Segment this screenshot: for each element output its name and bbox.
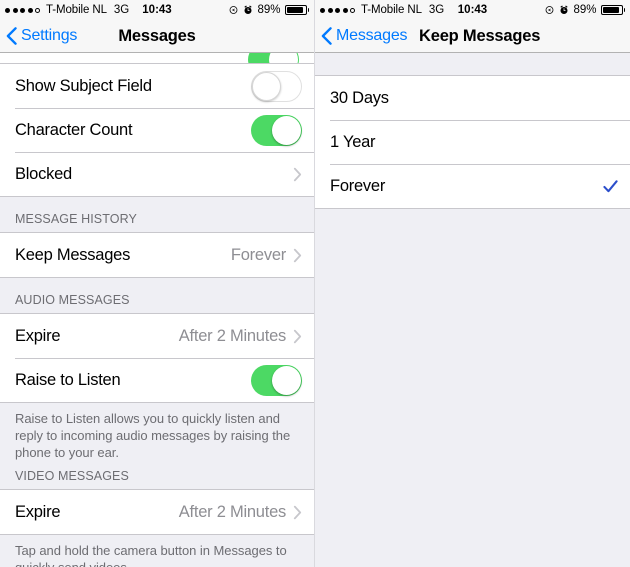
row-label: Keep Messages [15,245,131,264]
chevron-left-icon [321,27,332,45]
row-audio-expire[interactable]: Expire After 2 Minutes [0,314,314,358]
chevron-right-icon [293,167,302,181]
row-label: Blocked [15,164,72,183]
back-button-messages[interactable]: Messages [315,27,408,45]
row-label: Expire [15,502,61,521]
row-character-count[interactable]: Character Count [0,108,314,152]
left-panel-messages-settings: T-Mobile NL 3G 10:43 89% Settings Messag… [0,0,315,567]
row-blocked[interactable]: Blocked [0,152,314,196]
battery-icon [284,5,309,15]
checkmark-icon [603,179,618,192]
alarm-clock-icon [244,5,253,14]
section-footer-audio-messages: Raise to Listen allows you to quickly li… [15,411,291,460]
toggle-raise-to-listen[interactable] [251,364,302,396]
page-title-right: Keep Messages [419,26,541,45]
dual-screenshot-container: T-Mobile NL 3G 10:43 89% Settings Messag… [0,0,630,567]
partially-scrolled-row[interactable] [0,53,314,64]
toggle-show-subject-field[interactable] [251,70,302,102]
row-keep-messages[interactable]: Keep Messages Forever [0,233,314,277]
section-header-label: AUDIO MESSAGES [15,293,130,307]
back-button-label: Messages [336,27,408,44]
row-label: Raise to Listen [15,370,121,389]
option-label: Forever [330,176,386,195]
row-label: Character Count [15,120,133,139]
section-header-label: VIDEO MESSAGES [15,469,129,483]
row-video-expire[interactable]: Expire After 2 Minutes [0,490,314,534]
navigation-bar-left: Settings Messages [0,20,314,53]
row-value: After 2 Minutes [178,326,286,345]
chevron-left-icon [6,27,17,45]
row-label: Expire [15,326,61,345]
section-header-audio-messages: AUDIO MESSAGES [0,278,314,313]
right-panel-keep-messages: T-Mobile NL 3G 10:43 89% Messages Keep M… [315,0,630,567]
status-bar-indicators: 89% [229,4,309,16]
row-value: After 2 Minutes [178,502,286,521]
chevron-right-icon [293,505,302,519]
row-value: Forever [230,245,286,264]
row-label: Show Subject Field [15,76,152,95]
list-top-spacer [315,53,630,75]
location-arrow-icon [230,6,238,14]
row-show-subject-field[interactable]: Show Subject Field [0,64,314,108]
row-raise-to-listen[interactable]: Raise to Listen [0,358,314,402]
video-messages-group: Expire After 2 Minutes [0,489,314,535]
section-header-label: MESSAGE HISTORY [15,212,137,226]
battery-icon [600,5,625,15]
keep-messages-scroll-view[interactable]: 30 Days 1 Year Forever [315,53,630,567]
option-label: 1 Year [330,132,376,151]
toggle-character-count[interactable] [251,114,302,146]
alarm-clock-icon [560,5,569,14]
message-history-group: Keep Messages Forever [0,232,314,278]
clipped-toggle-icon[interactable] [248,53,299,63]
status-bar-left: T-Mobile NL 3G 10:43 89% [0,0,314,20]
section-footer-video-messages: Tap and hold the camera button in Messag… [15,543,287,567]
status-bar-right: T-Mobile NL 3G 10:43 89% [315,0,630,20]
option-row-forever[interactable]: Forever [315,164,630,208]
option-row-30-days[interactable]: 30 Days [315,76,630,120]
audio-messages-group: Expire After 2 Minutes Raise to Listen [0,313,314,403]
back-button-settings[interactable]: Settings [0,27,77,45]
back-button-label: Settings [21,27,78,44]
settings-scroll-view[interactable]: Show Subject Field Character Count Block… [0,53,314,567]
section-header-video-messages: VIDEO MESSAGES [0,461,314,489]
keep-messages-options-group: 30 Days 1 Year Forever [315,75,630,209]
location-arrow-icon [546,6,554,14]
messages-options-group: Show Subject Field Character Count Block… [0,64,314,197]
navigation-bar-right: Messages Keep Messages [315,20,630,53]
chevron-right-icon [293,329,302,343]
status-bar-indicators: 89% [545,4,625,16]
battery-percentage: 89% [257,4,281,16]
battery-percentage: 89% [573,4,597,16]
option-row-1-year[interactable]: 1 Year [315,120,630,164]
section-header-message-history: MESSAGE HISTORY [0,197,314,232]
chevron-right-icon [293,248,302,262]
option-label: 30 Days [330,88,389,107]
